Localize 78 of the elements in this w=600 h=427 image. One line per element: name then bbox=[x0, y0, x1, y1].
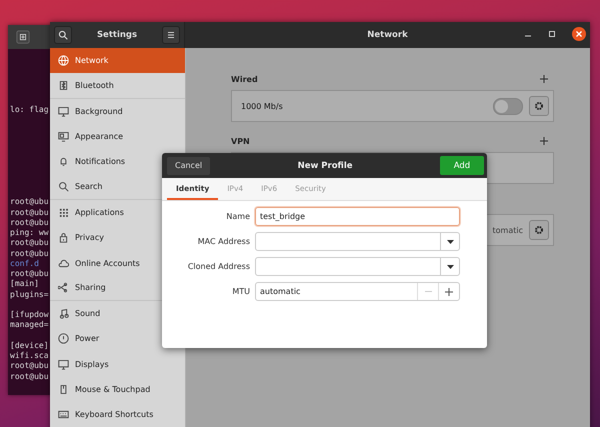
sidebar-item[interactable]: Background bbox=[50, 98, 185, 124]
cancel-button[interactable]: Cancel bbox=[167, 156, 210, 174]
input-field[interactable]: test_bridge bbox=[255, 207, 460, 226]
power-icon bbox=[58, 333, 69, 344]
input-field[interactable] bbox=[255, 257, 460, 276]
terminal-line: ping: ww bbox=[10, 228, 49, 237]
sidebar-item[interactable]: Mouse & Touchpad bbox=[50, 376, 185, 402]
lock-icon bbox=[58, 232, 69, 244]
minus-icon bbox=[424, 291, 432, 292]
field-label: MTU bbox=[231, 287, 250, 296]
sidebar-title: Settings bbox=[96, 30, 138, 40]
terminal-line: plugins= bbox=[10, 290, 49, 298]
monitor-icon bbox=[58, 358, 69, 370]
sidebar-item[interactable]: Sound bbox=[50, 300, 185, 326]
caret-icon[interactable] bbox=[446, 240, 454, 244]
connection-status: tomatic bbox=[492, 226, 523, 234]
maximize-icon[interactable] bbox=[548, 30, 556, 38]
input-field[interactable] bbox=[255, 232, 460, 251]
share-icon bbox=[58, 282, 69, 294]
search-icon bbox=[58, 30, 68, 40]
terminal-line: root@ubu bbox=[10, 372, 49, 380]
field-label: MAC Address bbox=[196, 237, 250, 246]
section-heading: VPN bbox=[231, 136, 250, 146]
terminal-line: root@ubu bbox=[10, 218, 49, 227]
terminal-line: root@ubu bbox=[10, 269, 49, 278]
terminal-line: root@ubu bbox=[10, 197, 49, 206]
terminal-line: lo: flag bbox=[10, 105, 49, 114]
field-label: Name bbox=[225, 212, 250, 221]
terminal-line: [ifupdow bbox=[10, 310, 49, 319]
terminal-line: [device] bbox=[10, 340, 49, 350]
terminal-line: conf.d bbox=[10, 258, 39, 268]
gear-icon bbox=[534, 101, 544, 111]
monitor-icon bbox=[58, 131, 69, 142]
sidebar-item[interactable]: Network bbox=[50, 48, 185, 74]
search-button[interactable] bbox=[54, 26, 72, 44]
caret-icon[interactable] bbox=[446, 264, 454, 268]
connection-label: 1000 Mb/s bbox=[241, 102, 283, 110]
sidebar-item[interactable]: Applications bbox=[50, 200, 185, 226]
close-icon[interactable] bbox=[572, 27, 586, 41]
sidebar-item[interactable]: Privacy bbox=[50, 225, 185, 250]
menu-icon bbox=[167, 31, 175, 39]
sidebar-item[interactable]: Bluetooth bbox=[50, 73, 185, 99]
window-title: Network bbox=[367, 30, 408, 40]
grid-icon bbox=[58, 206, 69, 218]
plus-icon[interactable] bbox=[540, 137, 548, 145]
field-label: Cloned Address bbox=[186, 262, 250, 271]
globe-icon bbox=[58, 55, 69, 66]
plus-icon bbox=[445, 288, 453, 296]
terminal-line: managed= bbox=[10, 320, 49, 330]
sidebar-item[interactable]: Power bbox=[50, 326, 185, 352]
terminal-line: root@ubu bbox=[10, 238, 49, 248]
sidebar-item[interactable]: Keyboard Shortcuts bbox=[50, 402, 185, 427]
plus-icon[interactable] bbox=[540, 75, 548, 83]
terminal-line: [main] bbox=[10, 279, 39, 288]
sidebar-item[interactable]: Appearance bbox=[50, 124, 185, 150]
sidebar-item[interactable]: Displays bbox=[50, 352, 185, 377]
new-tab-icon[interactable] bbox=[16, 30, 30, 44]
music-note-icon bbox=[58, 308, 69, 320]
section-heading: Wired bbox=[231, 74, 258, 84]
settings-button[interactable] bbox=[529, 220, 549, 240]
terminal-line: root@ubu bbox=[10, 361, 49, 370]
search-icon bbox=[58, 181, 69, 192]
terminal-line: root@ubu bbox=[10, 248, 49, 258]
add-button[interactable]: Add bbox=[440, 156, 484, 175]
keyboard-icon bbox=[58, 409, 69, 420]
monitor-icon bbox=[58, 106, 69, 117]
menu-button[interactable] bbox=[162, 26, 180, 44]
toggle-switch[interactable] bbox=[493, 98, 523, 114]
settings-button[interactable] bbox=[529, 96, 549, 116]
terminal-line: root@ubu bbox=[10, 208, 49, 216]
sidebar-item[interactable]: Online Accounts bbox=[50, 250, 185, 276]
gear-icon bbox=[534, 225, 544, 235]
cloud-icon bbox=[58, 258, 69, 269]
terminal-line: wifi.sca bbox=[10, 351, 49, 360]
input-field[interactable]: automatic bbox=[255, 282, 460, 301]
dialog-title: New Profile bbox=[298, 160, 353, 170]
bell-icon bbox=[58, 156, 69, 168]
mouse-icon bbox=[58, 384, 69, 395]
